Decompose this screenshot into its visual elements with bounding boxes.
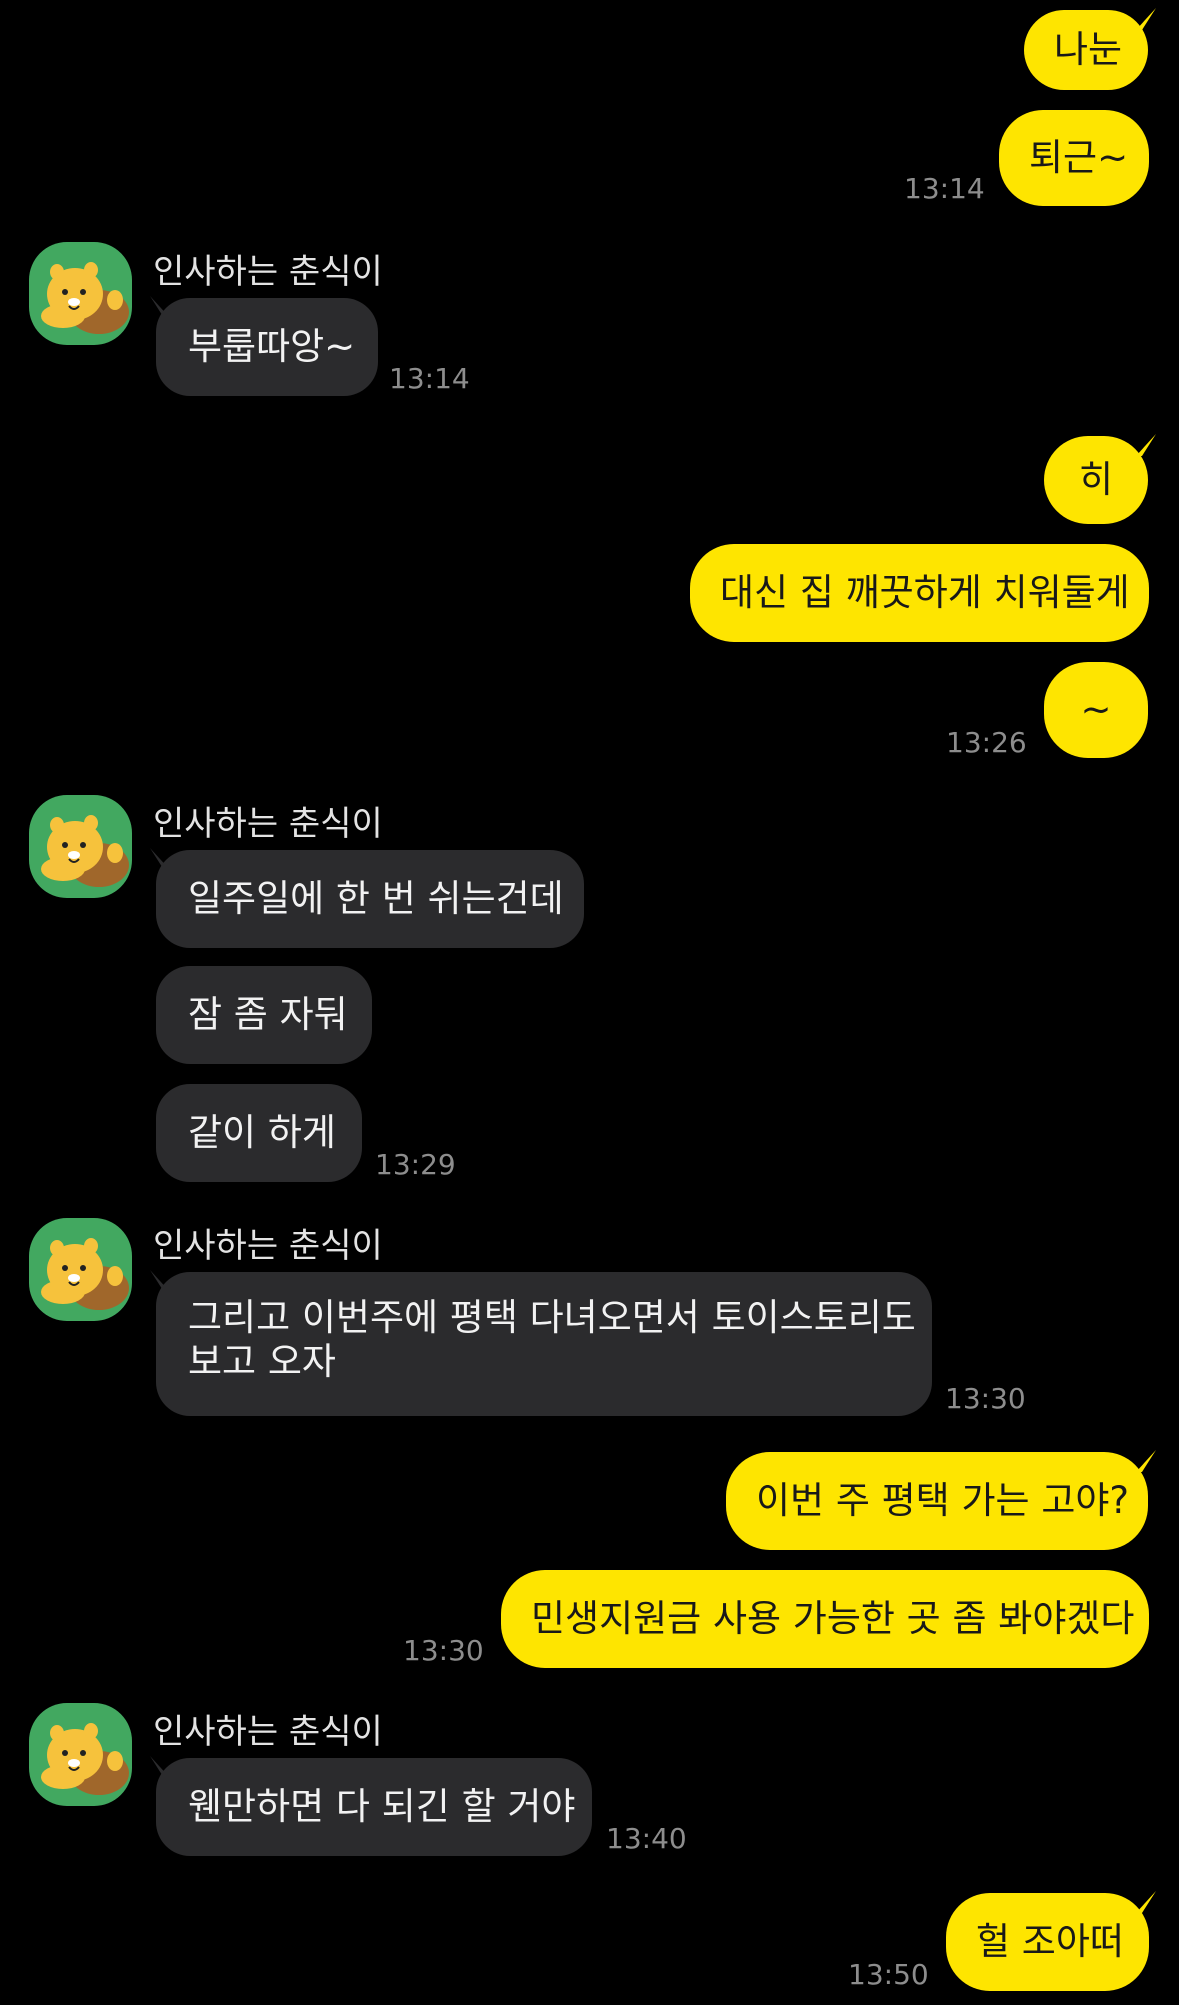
message-bubble-theirs[interactable]: 잠 좀 자둬 (156, 966, 372, 1064)
message-bubble-theirs[interactable]: 일주일에 한 번 쉬는건데 (156, 850, 584, 948)
sender-name: 인사하는 춘식이 (153, 252, 383, 292)
message-bubble-theirs[interactable]: 같이 하게 (156, 1084, 362, 1182)
message-time: 13:29 (375, 1148, 456, 1181)
contact-avatar[interactable] (29, 1218, 132, 1321)
message-text: 퇴근~ (1029, 136, 1129, 179)
message-bubble-theirs[interactable]: 부룹따앙~ (156, 298, 378, 396)
message-text: 대신 집 깨끗하게 치워둘게 (720, 571, 1130, 614)
chunsik-avatar-icon (40, 814, 130, 888)
contact-avatar[interactable] (29, 795, 132, 898)
message-text: 일주일에 한 번 쉬는건데 (188, 877, 564, 920)
message-time: 13:14 (904, 172, 985, 205)
message-bubble-mine[interactable]: 대신 집 깨끗하게 치워둘게 (690, 544, 1149, 642)
message-bubble-mine[interactable]: 헐 조아떠 (946, 1893, 1149, 1991)
message-text: 헐 조아떠 (976, 1920, 1124, 1963)
message-text: 잠 좀 자둬 (188, 993, 348, 1036)
message-text: 히 (1078, 458, 1114, 501)
message-text: 나눈 (1054, 28, 1123, 71)
chunsik-avatar-icon (40, 1237, 130, 1311)
message-text-line: 보고 오자 (188, 1340, 336, 1383)
sender-name: 인사하는 춘식이 (153, 1226, 383, 1266)
message-time: 13:50 (848, 1958, 929, 1991)
message-text: 민생지원금 사용 가능한 곳 좀 봐야겠다 (531, 1597, 1135, 1640)
message-text-line: 그리고 이번주에 평택 다녀오면서 토이스토리도 (188, 1296, 916, 1339)
message-bubble-mine[interactable]: 이번 주 평택 가는 고야? (726, 1452, 1148, 1550)
message-bubble-mine[interactable]: 나눈 (1024, 10, 1148, 90)
message-text: 부룹따앙~ (188, 325, 356, 368)
message-time: 13:30 (403, 1634, 484, 1667)
message-bubble-theirs[interactable]: 그리고 이번주에 평택 다녀오면서 토이스토리도 보고 오자 (156, 1272, 932, 1416)
chunsik-avatar-icon (40, 261, 130, 335)
message-time: 13:30 (945, 1382, 1026, 1415)
message-time: 13:26 (946, 726, 1027, 759)
chunsik-avatar-icon (40, 1722, 130, 1796)
message-text: 웬만하면 다 되긴 할 거야 (188, 1785, 576, 1828)
contact-avatar[interactable] (29, 1703, 132, 1806)
message-bubble-theirs[interactable]: 웬만하면 다 되긴 할 거야 (156, 1758, 592, 1856)
bubble-tail (1136, 434, 1156, 456)
message-text: ~ (1080, 688, 1112, 731)
message-text: 같이 하게 (188, 1111, 336, 1154)
message-bubble-mine[interactable]: 퇴근~ (999, 110, 1149, 206)
message-time: 13:40 (606, 1822, 687, 1855)
message-time: 13:14 (389, 362, 470, 395)
message-text: 이번 주 평택 가는 고야? (756, 1479, 1130, 1522)
sender-name: 인사하는 춘식이 (153, 1712, 383, 1752)
bubble-tail (1136, 8, 1156, 30)
message-bubble-mine[interactable]: ~ (1044, 662, 1148, 758)
contact-avatar[interactable] (29, 242, 132, 345)
message-bubble-mine[interactable]: 민생지원금 사용 가능한 곳 좀 봐야겠다 (501, 1570, 1149, 1668)
message-bubble-mine[interactable]: 히 (1044, 436, 1148, 524)
sender-name: 인사하는 춘식이 (153, 804, 383, 844)
